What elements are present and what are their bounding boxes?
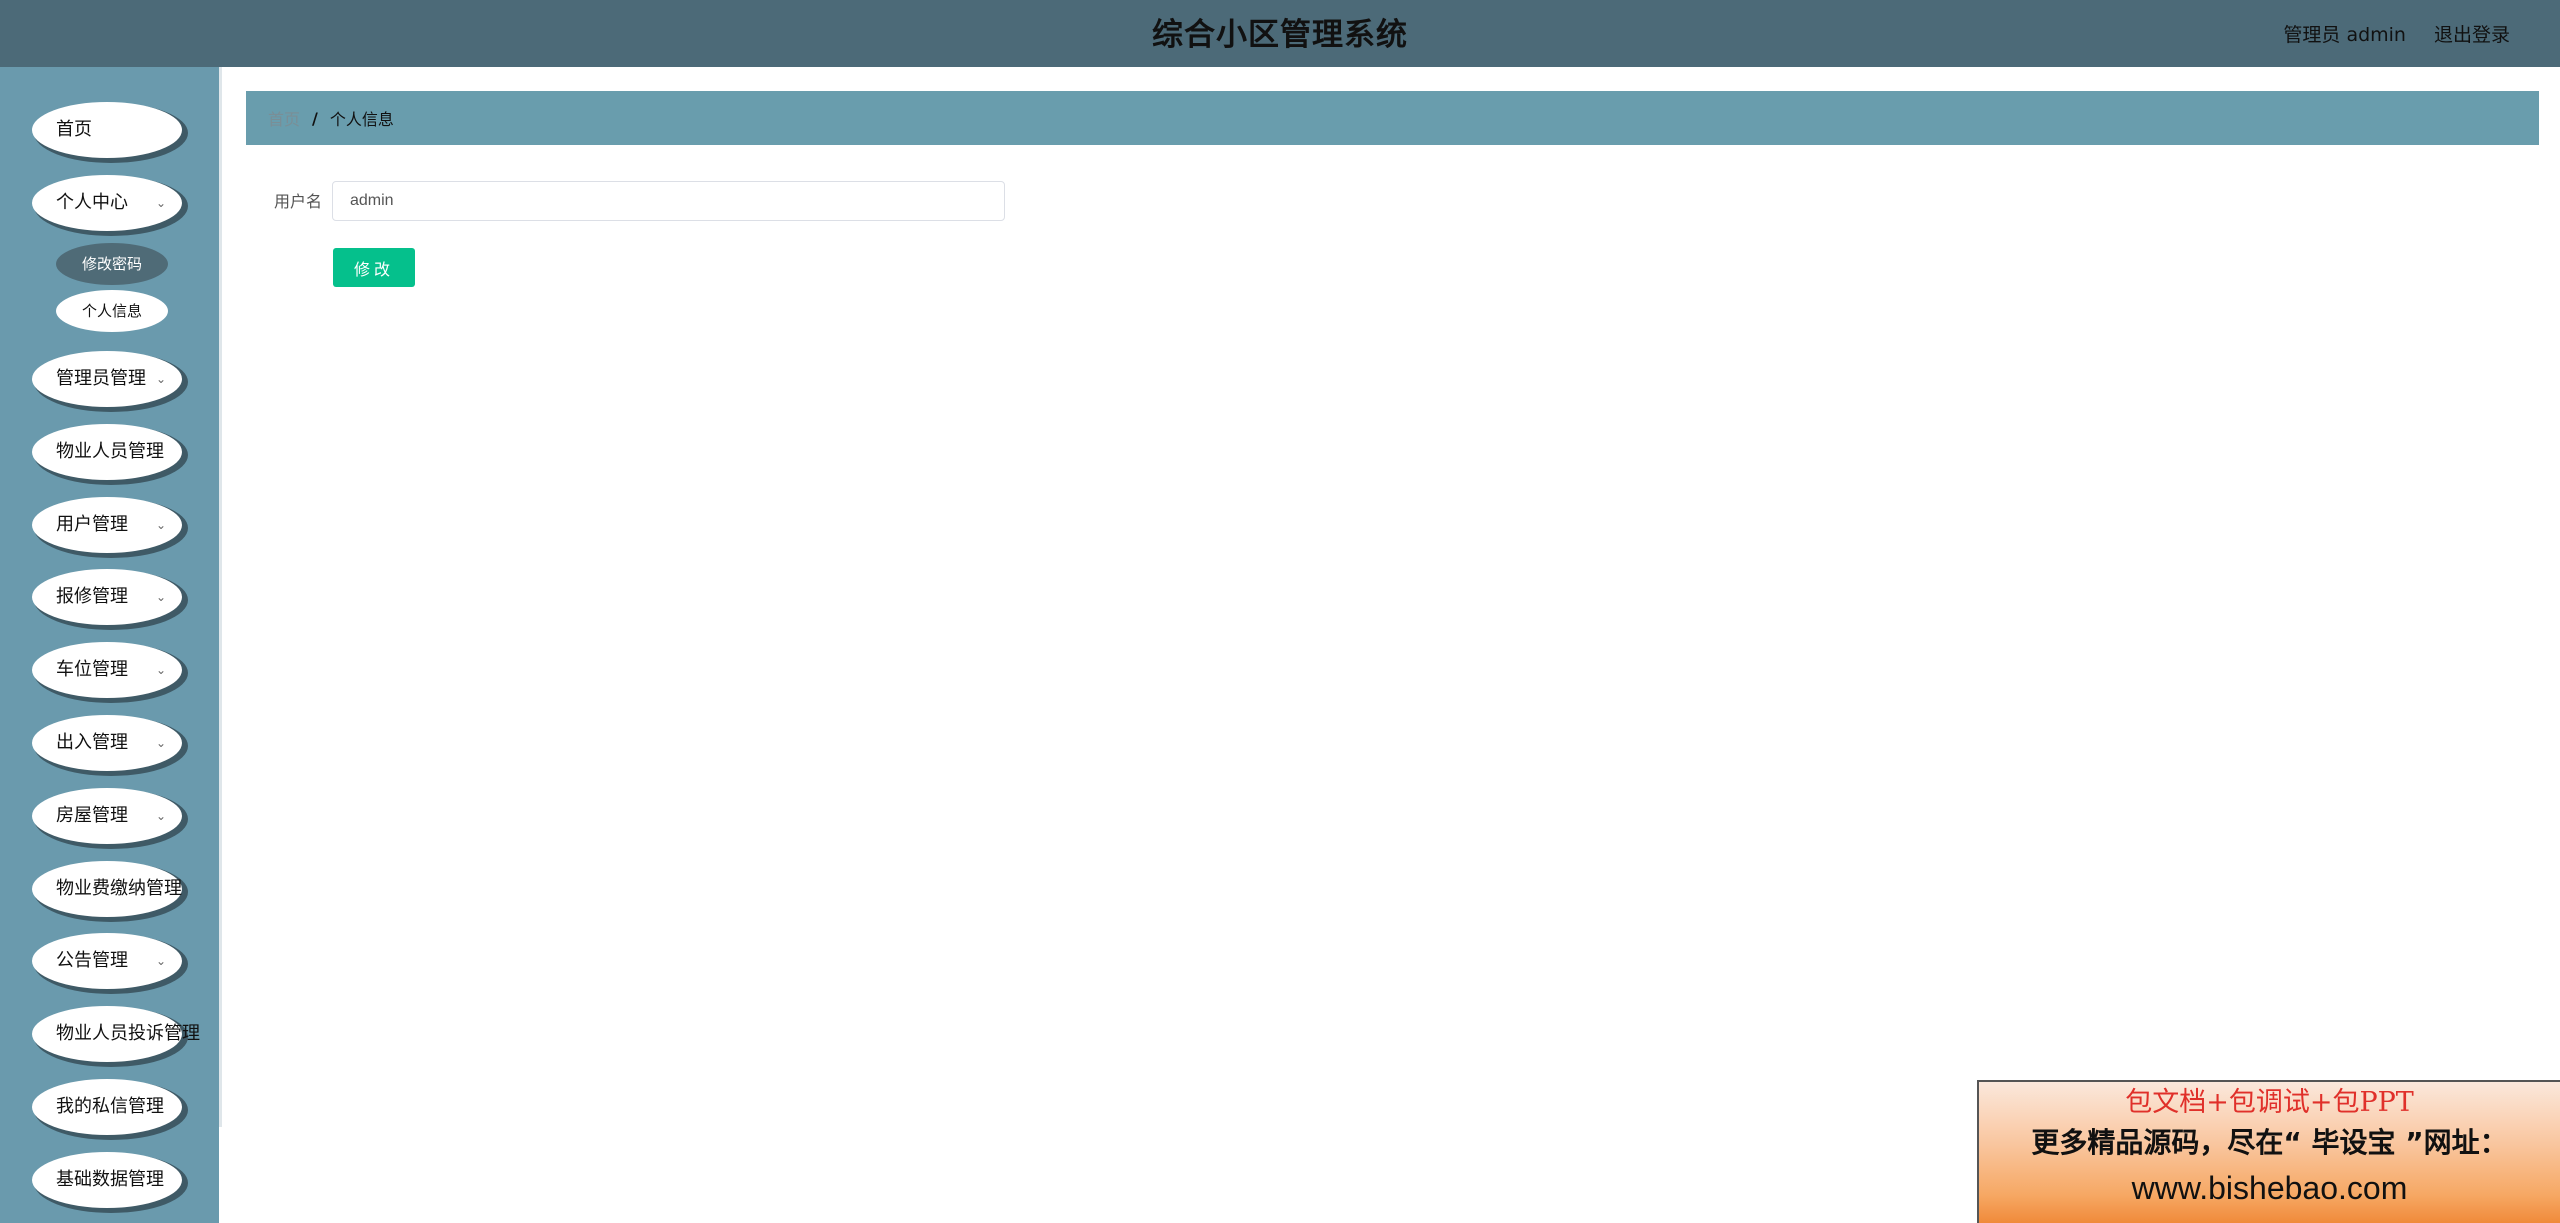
logout-link[interactable]: 退出登录 [2434, 20, 2510, 47]
sidebar-item-label: 物业人员管理 [56, 441, 164, 462]
sidebar-item-announcement-management[interactable]: 公告管理 ⌄ [32, 933, 182, 989]
sidebar-item-personal-center[interactable]: 个人中心 ⌄ [32, 175, 182, 231]
username-input[interactable] [332, 181, 1005, 221]
chevron-down-icon: ⌄ [155, 518, 166, 532]
promo-line-url: www.bishebao.com [2131, 1170, 2408, 1206]
sidebar-item-label: 管理员管理 [56, 368, 146, 389]
sidebar-item-label: 基础数据管理 [56, 1169, 164, 1190]
submenu-item-label: 修改密码 [81, 255, 142, 273]
sidebar-item-property-fee[interactable]: 物业费缴纳管理 [32, 861, 182, 917]
sidebar-item-label: 首页 [56, 119, 92, 140]
app-title: 综合小区管理系统 [1152, 17, 1408, 53]
sidebar-item-label: 车位管理 [56, 659, 128, 680]
top-bar: 综合小区管理系统 管理员 admin 退出登录 [0, 0, 2560, 67]
modify-button[interactable]: 修改 [333, 248, 415, 287]
sidebar-item-housing-management[interactable]: 房屋管理 ⌄ [32, 788, 182, 844]
sidebar-item-admin-management[interactable]: 管理员管理 ⌄ [32, 351, 182, 407]
sidebar-item-access-management[interactable]: 出入管理 ⌄ [32, 715, 182, 771]
breadcrumb-current: 个人信息 [329, 110, 394, 129]
submenu-item-change-password[interactable]: 修改密码 [56, 243, 168, 285]
sidebar-item-label: 房屋管理 [56, 805, 128, 826]
sidebar-divider [219, 67, 222, 1127]
sidebar-item-label: 个人中心 [56, 192, 128, 213]
submenu-item-label: 个人信息 [81, 302, 142, 320]
sidebar-item-property-staff[interactable]: 物业人员管理 [32, 424, 182, 480]
chevron-down-icon: ⌄ [155, 590, 166, 604]
sidebar-item-repair-management[interactable]: 报修管理 ⌄ [32, 569, 182, 625]
current-user[interactable]: 管理员 admin [2283, 20, 2406, 47]
sidebar-item-parking-management[interactable]: 车位管理 ⌄ [32, 642, 182, 698]
chevron-down-icon: ⌄ [155, 809, 166, 823]
sidebar-item-base-data[interactable]: 基础数据管理 [32, 1152, 182, 1208]
promo-line-source: 更多精品源码，尽在“ 毕设宝 ”网址： [2031, 1126, 2508, 1159]
chevron-down-icon: ⌄ [155, 736, 166, 750]
promo-line-services: 包文档+包调试+包PPT [2125, 1087, 2414, 1118]
sidebar-item-label: 物业人员投诉管理 [56, 1023, 200, 1044]
breadcrumb-home-link[interactable]: 首页 [268, 106, 300, 130]
promo-banner: 包文档+包调试+包PPT 更多精品源码，尽在“ 毕设宝 ”网址： www.bis… [1977, 1080, 2560, 1223]
sidebar-item-staff-complaints[interactable]: 物业人员投诉管理 [32, 1006, 200, 1062]
chevron-down-icon: ⌄ [155, 954, 166, 968]
sidebar-item-label: 报修管理 [56, 586, 128, 607]
breadcrumb: 首页 / 个人信息 [246, 91, 2539, 145]
username-label: 用户名 [273, 192, 322, 211]
chevron-down-icon: ⌄ [155, 663, 166, 677]
sidebar-item-label: 物业费缴纳管理 [56, 878, 182, 899]
sidebar-item-label: 用户管理 [56, 514, 128, 535]
submenu-item-personal-info[interactable]: 个人信息 [56, 290, 168, 332]
breadcrumb-separator: / [312, 108, 318, 128]
chevron-down-icon: ⌄ [155, 196, 166, 210]
sidebar-item-label: 我的私信管理 [56, 1096, 164, 1117]
sidebar-item-label: 公告管理 [56, 950, 128, 971]
sidebar-item-home[interactable]: 首页 [32, 102, 182, 158]
sidebar-item-private-messages[interactable]: 我的私信管理 [32, 1079, 182, 1135]
sidebar-nav: 首页 个人中心 ⌄ 修改密码 个人信息 管理员管理 ⌄ 物业人员管理 用户管理 … [0, 67, 219, 1223]
chevron-down-icon: ⌄ [155, 372, 166, 386]
sidebar-item-user-management[interactable]: 用户管理 ⌄ [32, 497, 182, 553]
top-right-actions: 管理员 admin 退出登录 [2283, 0, 2510, 67]
sidebar-item-label: 出入管理 [56, 732, 128, 753]
